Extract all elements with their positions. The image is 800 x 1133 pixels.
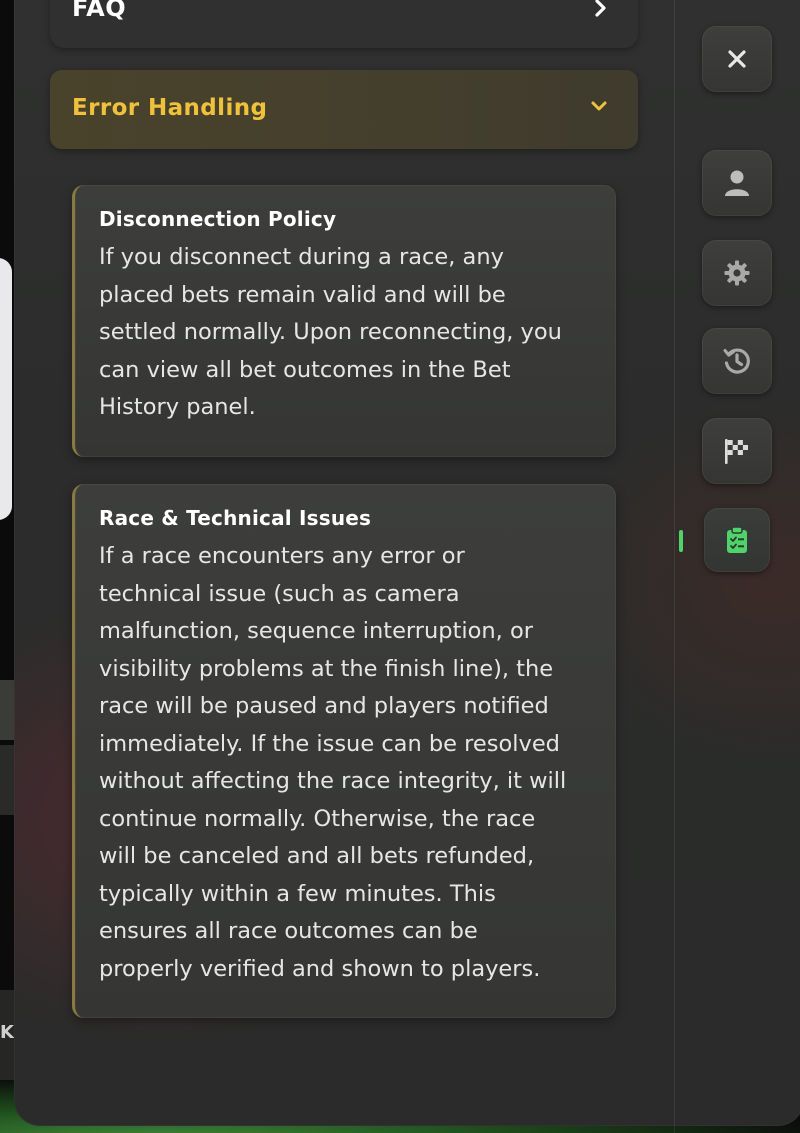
gear-icon: [723, 259, 751, 287]
disconnection-policy-card: Disconnection Policy If you disconnect d…: [72, 185, 616, 457]
sidebar-divider: [674, 0, 675, 1133]
background-panel-fragment: [0, 258, 12, 520]
close-button[interactable]: [702, 26, 772, 92]
body-line: placed bets remain valid and will be: [99, 281, 506, 308]
body-line: continue normally. Otherwise, the race: [99, 805, 536, 832]
body-line: without affecting the race integrity, it…: [99, 768, 567, 794]
body-line: ensures all race outcomes can be: [99, 918, 478, 944]
body-line: technical issue (such as camera: [99, 580, 460, 607]
race-technical-issues-card: Race & Technical Issues If a race encoun…: [72, 484, 616, 1018]
error-handling-accordion-header[interactable]: Error Handling: [50, 70, 638, 149]
chevron-down-icon: [590, 97, 608, 115]
user-icon: [723, 168, 751, 198]
history-button[interactable]: [702, 328, 772, 394]
settings-button[interactable]: [702, 240, 772, 306]
section-title: Disconnection Policy: [99, 207, 337, 231]
body-line: race will be paused and players notified: [99, 693, 549, 719]
body-line: properly verified and shown to players.: [99, 955, 541, 982]
background-strip: [0, 745, 14, 815]
section-body: If you disconnect during a race, any pla…: [99, 239, 592, 427]
background-strip: [0, 680, 14, 740]
rules-button[interactable]: [704, 508, 770, 572]
body-line: malfunction, sequence interruption, or: [99, 618, 533, 644]
body-line: History panel.: [99, 394, 256, 420]
active-tab-indicator: [679, 530, 683, 552]
body-line: settled normally. Upon reconnecting, you: [99, 319, 562, 345]
background-partial-text: K: [0, 1022, 14, 1043]
body-line: can view all bet outcomes in the Bet: [99, 356, 511, 383]
error-handling-label: Error Handling: [72, 95, 268, 121]
section-title: Race & Technical Issues: [99, 506, 372, 530]
body-line: visibility problems at the finish line),…: [99, 655, 554, 682]
profile-button[interactable]: [702, 150, 772, 216]
history-icon: [722, 346, 752, 376]
checkered-flag-icon: [722, 436, 752, 466]
body-line: typically within a few minutes. This: [99, 880, 496, 907]
clipboard-icon: [725, 526, 749, 554]
faq-label: FAQ: [72, 0, 127, 22]
body-line: immediately. If the issue can be resolve…: [99, 730, 560, 757]
body-line: If you disconnect during a race, any: [99, 244, 504, 270]
section-body: If a race encounters any error or techni…: [99, 538, 592, 988]
screen: K FAQ Error Handling Disconnection Polic…: [0, 0, 800, 1133]
close-icon: [726, 48, 748, 70]
body-line: will be canceled and all bets refunded,: [99, 843, 535, 869]
chevron-right-icon: [594, 0, 608, 24]
body-line: If a race encounters any error or: [99, 543, 465, 569]
faq-accordion-header[interactable]: FAQ: [50, 0, 638, 48]
races-button[interactable]: [702, 418, 772, 484]
